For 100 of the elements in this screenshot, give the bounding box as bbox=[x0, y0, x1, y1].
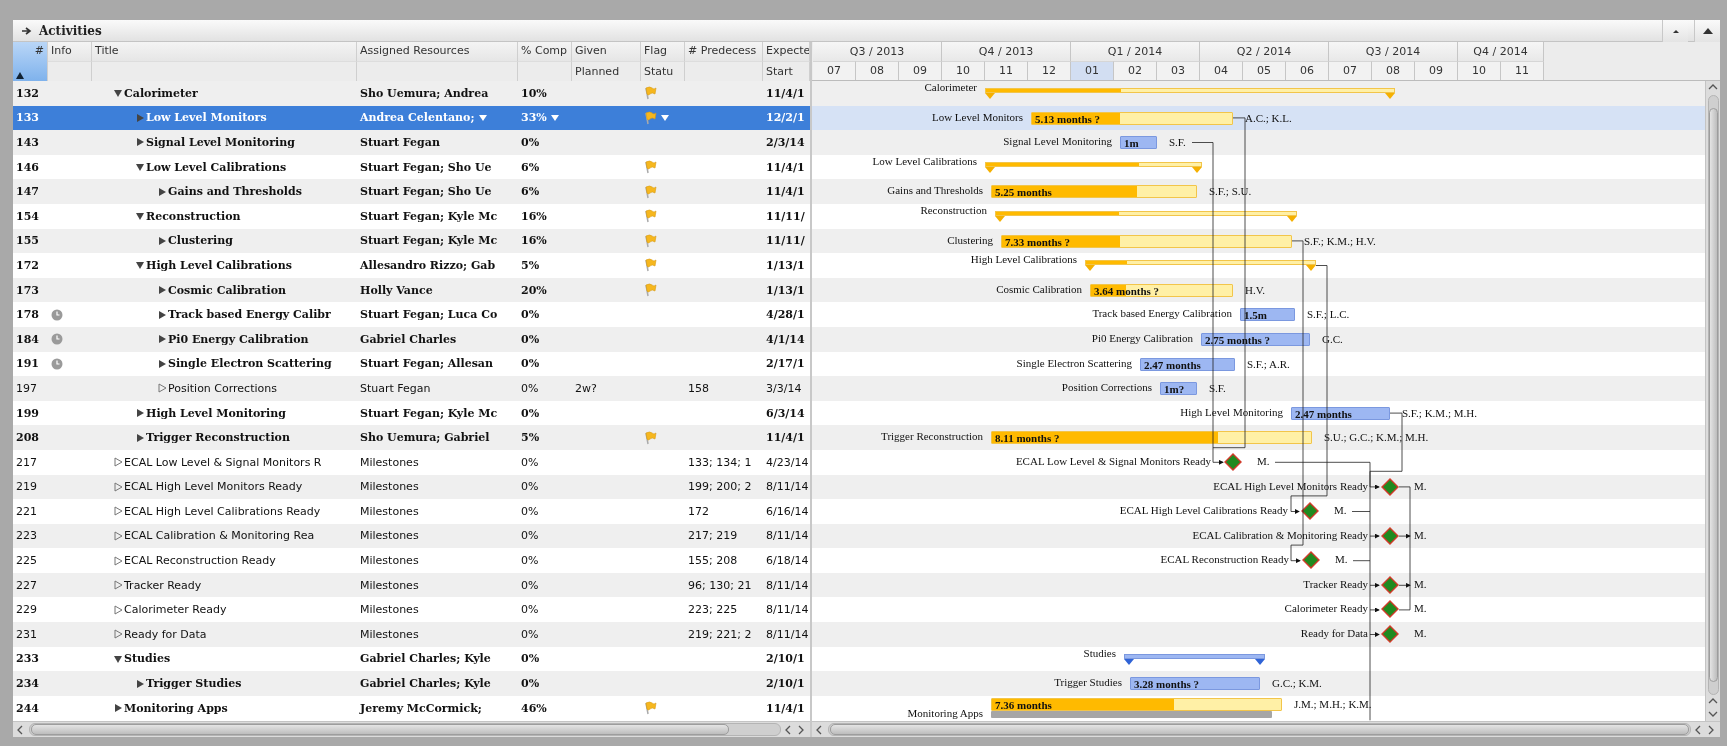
task-bar[interactable]: 1m? bbox=[1160, 382, 1197, 396]
column-subheader[interactable]: Planned bbox=[572, 61, 641, 81]
expand-icon[interactable] bbox=[157, 334, 167, 345]
scrollbar-thumb[interactable] bbox=[31, 724, 729, 735]
expand-icon[interactable] bbox=[135, 137, 145, 148]
task-bar[interactable]: 5.13 months ? bbox=[1031, 111, 1233, 125]
task-bar[interactable]: 3.28 months ? bbox=[1130, 677, 1260, 691]
expand-icon[interactable] bbox=[157, 358, 167, 369]
task-bar[interactable]: 1m bbox=[1120, 136, 1157, 150]
gantt-label: Clustering bbox=[947, 233, 993, 247]
expected-start: 11/4/1 bbox=[766, 431, 805, 445]
row-number: 154 bbox=[16, 209, 39, 223]
assigned-resources: Gabriel Charles; Kyle bbox=[360, 652, 491, 666]
collapse-icon[interactable] bbox=[113, 653, 123, 664]
arrow-icon bbox=[21, 25, 33, 36]
task-bar[interactable]: 2.47 months bbox=[1291, 406, 1390, 420]
task-title: Studies bbox=[124, 652, 171, 666]
duration-label: 8.11 months ? bbox=[994, 432, 1060, 444]
column-subheader[interactable]: Statu bbox=[641, 61, 685, 81]
summary-bar[interactable] bbox=[1124, 653, 1265, 665]
column-subheader[interactable]: Start bbox=[763, 61, 810, 81]
maximize-button[interactable] bbox=[1694, 19, 1720, 42]
task-bar[interactable]: 2.47 months bbox=[1140, 357, 1235, 371]
task-title: Calorimeter Ready bbox=[124, 603, 227, 617]
expand-icon[interactable] bbox=[157, 309, 167, 320]
table-row[interactable]: 173 Cosmic Calibration Holly Vance 20% 1/13/1 bbox=[13, 277, 810, 303]
gantt-label: Position Corrections bbox=[1061, 381, 1152, 395]
collapse-icon[interactable] bbox=[135, 162, 145, 173]
task-title: ECAL Low Level & Signal Monitors R bbox=[124, 455, 322, 469]
table-row[interactable]: 219 ECAL High Level Monitors Ready Milestones 0% 199; 200; 2 8/11/14 bbox=[13, 474, 810, 500]
vertical-scrollbar[interactable] bbox=[1705, 81, 1720, 721]
expand-icon[interactable] bbox=[157, 285, 167, 296]
task-title: Low Level Monitors bbox=[146, 111, 267, 125]
column-header[interactable]: Given bbox=[572, 42, 641, 61]
column-header[interactable]: Flag bbox=[641, 42, 685, 61]
milestone-diamond[interactable] bbox=[1381, 526, 1399, 545]
horizontal-scrollbar[interactable] bbox=[812, 721, 1720, 737]
table-row[interactable]: 184 Pi0 Energy Calibration Gabriel Charles 0% 4/1/14 bbox=[13, 326, 810, 352]
task-title: Trigger Reconstruction bbox=[146, 431, 290, 445]
table-row[interactable]: 132 Calorimeter Sho Uemura; Andrea 10% 11/4/1 bbox=[13, 81, 810, 106]
table-row[interactable]: 133 Low Level Monitors Andrea Celentano; 33% 12/2/1 bbox=[13, 105, 810, 131]
task-bar[interactable]: 2.75 months ? bbox=[1201, 332, 1310, 346]
task-title: Low Level Calibrations bbox=[146, 160, 287, 174]
collapse-icon[interactable] bbox=[113, 88, 123, 99]
leaf-icon bbox=[113, 481, 123, 492]
milestone-diamond[interactable] bbox=[1302, 551, 1320, 570]
task-title: Track based Energy Calibr bbox=[168, 308, 331, 322]
table-row[interactable]: 208 Trigger Reconstruction Sho Uemura; Gabriel 5% 11/4/1 bbox=[13, 425, 810, 450]
task-bar[interactable]: 1.5m bbox=[1240, 308, 1295, 322]
column-header[interactable]: Assigned Resources bbox=[357, 42, 518, 61]
column-header[interactable]: Expecte bbox=[763, 42, 810, 61]
task-bar[interactable]: 7.36 months bbox=[991, 697, 1282, 711]
collapse-icon[interactable] bbox=[135, 211, 145, 222]
table-row[interactable]: 197 Position Corrections Stuart Fegan 0% 2w? 158 3/3/14 bbox=[13, 376, 810, 401]
row-number: 219 bbox=[16, 480, 37, 494]
percent-complete: 0% bbox=[521, 529, 539, 543]
resource-initials: S.F. bbox=[1209, 382, 1226, 396]
table-row[interactable]: 155 Clustering Stuart Fegan; Kyle Mc 16% 11/11/ bbox=[13, 228, 810, 254]
expand-icon[interactable] bbox=[135, 678, 145, 689]
table-row[interactable]: 223 ECAL Calibration & Monitoring Rea Milestones 0% 217; 219 8/11/14 bbox=[13, 523, 810, 549]
expand-icon[interactable] bbox=[113, 703, 123, 714]
scrollbar-thumb[interactable] bbox=[1708, 108, 1718, 682]
table-row[interactable]: 227 Tracker Ready Milestones 0% 96; 130; 21 8/11/14 bbox=[13, 572, 810, 598]
column-header[interactable]: Info bbox=[48, 42, 92, 61]
milestone-diamond[interactable] bbox=[1381, 477, 1399, 496]
column-header[interactable]: % Comp bbox=[518, 42, 572, 61]
table-row[interactable]: 147 Gains and Thresholds Stuart Fegan; Sho Ue 6% 11/4/1 bbox=[13, 179, 810, 204]
collapse-icon[interactable] bbox=[135, 260, 145, 271]
expected-start: 2/17/1 bbox=[766, 357, 805, 371]
task-bar[interactable]: 8.11 months ? bbox=[991, 431, 1312, 445]
column-header[interactable]: Title bbox=[92, 42, 357, 61]
panel-title: Activities bbox=[39, 23, 103, 38]
task-bar[interactable]: 5.25 months bbox=[991, 185, 1197, 199]
predecessors: 96; 130; 21 bbox=[688, 578, 752, 592]
milestone-diamond[interactable] bbox=[1381, 575, 1399, 594]
gantt-label: ECAL Reconstruction Ready bbox=[1160, 553, 1289, 567]
expand-icon[interactable] bbox=[135, 408, 145, 418]
column-header[interactable]: # Predecess bbox=[685, 42, 763, 61]
percent-complete: 0% bbox=[521, 677, 540, 691]
expand-icon[interactable] bbox=[157, 186, 167, 197]
milestone-diamond[interactable] bbox=[1381, 600, 1399, 619]
gantt-label: Gains and Thresholds bbox=[887, 184, 983, 198]
table-row[interactable]: 231 Ready for Data Milestones 0% 219; 221; 2 8/11/14 bbox=[13, 622, 810, 647]
table-row[interactable]: 143 Signal Level Monitoring Stuart Fegan 0% 2/3/14 bbox=[13, 130, 810, 155]
expected-start: 8/11/14 bbox=[766, 529, 809, 543]
table-row[interactable]: 234 Trigger Studies Gabriel Charles; Kyle 0% 2/10/1 bbox=[13, 671, 810, 696]
task-bar[interactable]: 7.33 months ? bbox=[1001, 234, 1292, 248]
triangle-icon bbox=[1701, 26, 1714, 35]
percent-complete: 0% bbox=[521, 455, 539, 469]
assigned-resources: Stuart Fegan; Kyle Mc bbox=[360, 406, 498, 420]
scrollbar-thumb[interactable] bbox=[830, 724, 1689, 735]
horizontal-scrollbar[interactable] bbox=[13, 721, 810, 737]
expand-icon[interactable] bbox=[135, 432, 145, 443]
milestone-diamond[interactable] bbox=[1301, 502, 1319, 521]
assigned-resources: Milestones bbox=[360, 578, 419, 592]
column-header[interactable]: # bbox=[13, 42, 48, 81]
milestone-diamond[interactable] bbox=[1224, 452, 1242, 471]
gantt-label: High Level Calibrations bbox=[970, 253, 1077, 267]
expand-icon[interactable] bbox=[157, 235, 167, 246]
milestone-diamond[interactable] bbox=[1381, 625, 1399, 644]
